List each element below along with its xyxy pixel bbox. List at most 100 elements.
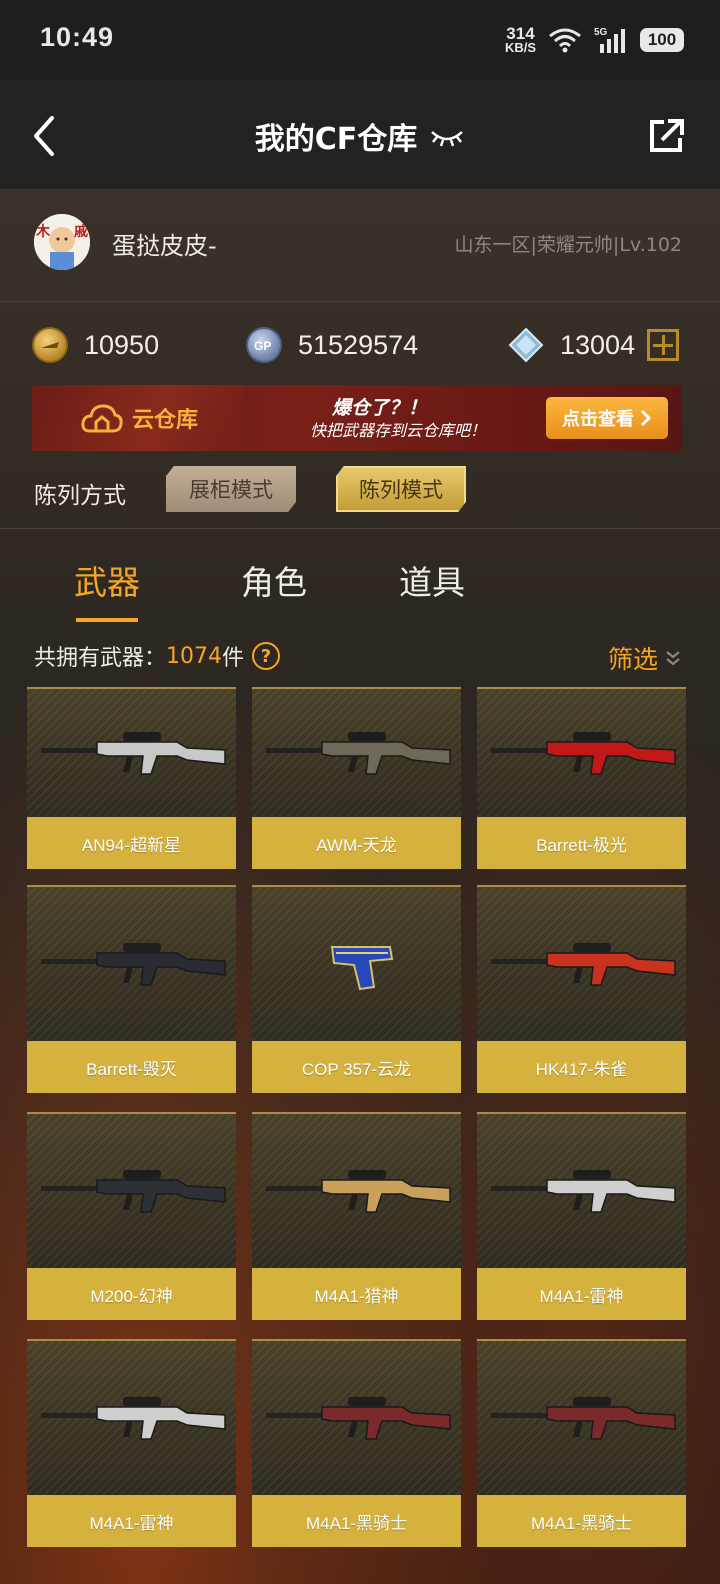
section-divider <box>0 528 720 529</box>
app-header: 我的CF仓库 <box>0 80 720 190</box>
cloud-warehouse-label: 云仓库 <box>80 401 198 435</box>
weapon-image <box>252 1339 461 1495</box>
rifle-icon <box>41 732 226 775</box>
share-icon[interactable] <box>648 118 686 154</box>
status-time: 10:49 <box>40 22 115 52</box>
weapon-image <box>252 1112 461 1268</box>
cloud-warehouse-banner[interactable]: 云仓库 爆仓了？！ 快把武器存到云仓库吧！ 点击查看 <box>32 385 682 451</box>
weapon-image <box>252 687 461 817</box>
rifle-icon <box>491 1397 676 1440</box>
rifle-icon <box>266 1170 451 1213</box>
tab-items[interactable]: 道具 <box>399 556 465 604</box>
weapon-count-row: 共拥有武器： 1074 件 ? <box>34 640 281 672</box>
tab-characters[interactable]: 角色 <box>241 556 307 604</box>
battery-indicator: 100 <box>640 28 684 52</box>
currency-gp: GP 51529574 <box>246 322 418 368</box>
cloud-house-icon <box>81 404 123 433</box>
weapon-card[interactable]: M4A1-黑骑士 <box>252 1339 461 1547</box>
view-now-label: 点击查看 <box>562 409 634 430</box>
signal-5g-icon: 5G <box>594 27 625 53</box>
weapon-card[interactable]: M200-幻神 <box>27 1112 236 1320</box>
weapon-image <box>477 687 686 817</box>
weapon-card[interactable]: Barrett-极光 <box>477 687 686 869</box>
weapon-name: M4A1-雷神 <box>477 1268 686 1320</box>
server-info: 山东一区|荣耀元帅|Lv.102 <box>454 234 682 256</box>
rifle-icon <box>41 943 226 986</box>
weapon-name: AWM-天龙 <box>252 817 461 869</box>
weapon-card[interactable]: AN94-超新星 <box>27 687 236 869</box>
category-tabs: 武器 角色 道具 <box>0 548 720 628</box>
filter-button[interactable]: 筛选 <box>608 640 682 676</box>
pistol-icon <box>330 946 394 991</box>
weapon-image <box>252 885 461 1041</box>
cf-coin-icon <box>32 327 68 363</box>
weapon-card[interactable]: M4A1-黑骑士 <box>477 1339 686 1547</box>
weapon-card[interactable]: M4A1-雷神 <box>477 1112 686 1320</box>
weapon-image <box>477 1112 686 1268</box>
weapon-image <box>27 885 236 1041</box>
weapon-name: M4A1-黑骑士 <box>477 1495 686 1547</box>
rifle-icon <box>266 732 451 775</box>
weapon-count-suffix: 件 <box>222 646 245 671</box>
net-speed-unit: KB/S <box>504 40 536 55</box>
svg-text:GP: GP <box>254 339 271 353</box>
weapon-image <box>27 1112 236 1268</box>
banner-subline: 快把武器存到云仓库吧！ <box>310 421 487 440</box>
weapon-image <box>477 885 686 1041</box>
weapon-card[interactable]: HK417-朱雀 <box>477 885 686 1093</box>
view-now-button[interactable]: 点击查看 <box>546 397 668 439</box>
status-icons: 314 KB/S 5G 100 <box>505 22 684 58</box>
diamond-icon <box>508 327 544 363</box>
status-bar: 10:49 314 KB/S 5G 100 <box>0 0 720 80</box>
rifle-icon <box>491 732 676 775</box>
network-type-label: 5G <box>594 27 608 38</box>
weapon-card[interactable]: Barrett-毁灭 <box>27 885 236 1093</box>
profile-row: 木 戚 蛋挞皮皮- 山东一区|荣耀元帅|Lv.102 <box>0 190 720 302</box>
weapon-card[interactable]: AWM-天龙 <box>252 687 461 869</box>
weapon-image <box>27 1339 236 1495</box>
rifle-icon <box>491 943 676 986</box>
diamond-value: 13004 <box>560 329 636 360</box>
net-speed: 314 KB/S <box>504 25 536 55</box>
gp-coin-value: 51529574 <box>298 329 419 360</box>
weapon-name: AN94-超新星 <box>27 817 236 869</box>
rifle-icon <box>266 1397 451 1440</box>
active-tab-indicator <box>76 618 138 622</box>
add-diamond-button[interactable] <box>647 329 680 361</box>
weapon-card[interactable]: M4A1-雷神 <box>27 1339 236 1547</box>
weapon-count: 1074 <box>166 643 223 669</box>
chevron-down-icon <box>666 651 680 666</box>
weapon-name: Barrett-毁灭 <box>27 1041 236 1093</box>
page-title-row: 我的CF仓库 <box>0 114 720 158</box>
weapon-image <box>477 1339 686 1495</box>
weapon-image <box>27 687 236 817</box>
avatar[interactable]: 木 戚 <box>34 214 90 270</box>
chevron-right-icon <box>640 409 652 427</box>
weapon-card[interactable]: M4A1-猎神 <box>252 1112 461 1320</box>
weapon-name: Barrett-极光 <box>477 817 686 869</box>
cf-coin-value: 10950 <box>84 329 160 360</box>
cabinet-mode-button[interactable]: 展柜模式 <box>166 466 296 512</box>
tab-weapons[interactable]: 武器 <box>74 556 140 604</box>
weapon-count-prefix: 共拥有武器： <box>34 646 167 671</box>
weapon-name: M4A1-雷神 <box>27 1495 236 1547</box>
filter-label: 筛选 <box>607 645 658 674</box>
list-mode-button[interactable]: 陈列模式 <box>336 466 466 512</box>
gp-coin-icon: GP <box>246 327 282 363</box>
help-icon[interactable]: ? <box>252 642 281 670</box>
weapon-name: M4A1-黑骑士 <box>252 1495 461 1547</box>
cloud-warehouse-text: 云仓库 <box>132 408 199 433</box>
banner-headline: 爆仓了？！ <box>332 397 428 419</box>
wifi-icon <box>549 28 581 53</box>
eye-closed-icon[interactable] <box>429 124 465 148</box>
currency-cf: 10950 <box>32 322 159 368</box>
weapon-name: HK417-朱雀 <box>477 1041 686 1093</box>
weapon-name: COP 357-云龙 <box>252 1041 461 1093</box>
rifle-icon <box>41 1170 226 1213</box>
weapon-card[interactable]: COP 357-云龙 <box>252 885 461 1093</box>
weapon-name: M200-幻神 <box>27 1268 236 1320</box>
currency-diamond: 13004 <box>508 322 680 368</box>
rifle-icon <box>41 1397 226 1440</box>
avatar-image: 木 戚 <box>34 214 90 270</box>
weapon-name: M4A1-猎神 <box>252 1268 461 1320</box>
